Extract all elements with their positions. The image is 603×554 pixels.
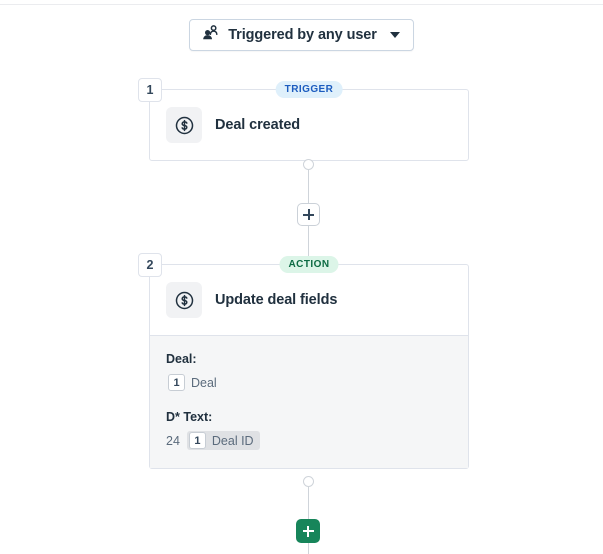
plus-icon bbox=[302, 525, 314, 537]
field-deal: Deal: 1 Deal bbox=[166, 352, 452, 392]
workflow-step-action[interactable]: 2 ACTION Update deal fields Deal: 1 Deal bbox=[138, 253, 469, 469]
workflow-canvas: 1 TRIGGER Deal created 2 ACTION Update d… bbox=[0, 0, 603, 554]
add-step-button[interactable] bbox=[297, 203, 320, 226]
token-label: Deal ID bbox=[211, 433, 254, 448]
field-static-value: 24 bbox=[166, 433, 180, 448]
step-header: Deal created bbox=[150, 90, 468, 160]
connector-line-1 bbox=[308, 170, 309, 203]
field-value: 1 Deal bbox=[166, 373, 452, 392]
field-value: 24 1 Deal ID bbox=[166, 431, 452, 450]
token-step-badge: 1 bbox=[168, 374, 185, 391]
connector-line-4 bbox=[308, 543, 309, 554]
dollar-circle-icon bbox=[166, 107, 202, 143]
step-type-badge-action: ACTION bbox=[279, 256, 339, 273]
connector-dot-2 bbox=[303, 476, 314, 487]
field-d-text: D* Text: 24 1 Deal ID bbox=[166, 410, 452, 450]
connector-dot-1 bbox=[303, 159, 314, 170]
step-title: Deal created bbox=[215, 117, 301, 133]
add-step-end-button[interactable] bbox=[296, 519, 320, 543]
token-label: Deal bbox=[191, 375, 217, 390]
field-label: D* Text: bbox=[166, 410, 213, 424]
step-number-badge: 2 bbox=[138, 253, 162, 277]
field-label: Deal: bbox=[166, 352, 197, 366]
token-step-badge: 1 bbox=[188, 432, 206, 449]
plus-icon bbox=[303, 209, 314, 220]
step-type-badge-trigger: TRIGGER bbox=[275, 81, 343, 98]
dollar-circle-icon bbox=[166, 282, 202, 318]
connector-line-3 bbox=[308, 487, 309, 519]
step-header: Update deal fields bbox=[150, 265, 468, 335]
step-title: Update deal fields bbox=[215, 292, 338, 308]
workflow-step-trigger[interactable]: 1 TRIGGER Deal created bbox=[138, 78, 469, 161]
token-deal-id[interactable]: 1 Deal ID bbox=[186, 431, 260, 450]
step-number-badge: 1 bbox=[138, 78, 162, 102]
step-detail-panel: Deal: 1 Deal D* Text: 24 1 Deal ID bbox=[150, 335, 468, 468]
token-deal[interactable]: 1 Deal bbox=[166, 373, 223, 392]
